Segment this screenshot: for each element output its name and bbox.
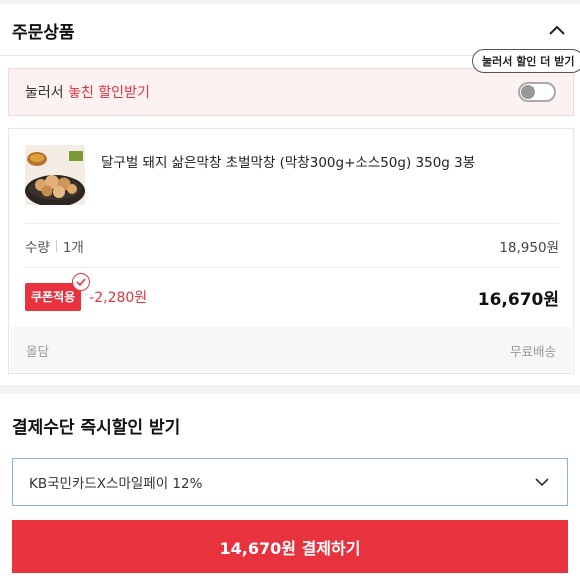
quantity-info: 수량 1개 (25, 236, 84, 256)
payment-method-select[interactable]: KB국민카드X스마일페이 12% (12, 458, 568, 506)
quantity-row: 수량 1개 18,950원 (25, 231, 559, 261)
chevron-down-icon (535, 474, 549, 490)
chevron-up-icon[interactable] (546, 19, 568, 41)
price-divider (25, 267, 559, 268)
pay-button[interactable]: 14,670원 결제하기 (12, 520, 568, 573)
coupon-discount-amount: -2,280원 (89, 290, 148, 306)
payment-section-title: 결제수단 즉시할인 받기 (12, 417, 181, 438)
product-name[interactable]: 달구벌 돼지 삶은막창 초벌막창 (막창300g+소스50g) 350g 3봉 (101, 151, 475, 171)
coupon-row: 쿠폰적용 -2,280원 16,670원 (25, 273, 559, 315)
seller-name[interactable]: 올담 (26, 341, 49, 360)
coupon-applied-badge[interactable]: 쿠폰적용 (25, 273, 91, 311)
coupon-applied-label: 쿠폰적용 (31, 290, 76, 304)
product-divider (25, 223, 559, 224)
product-thumbnail[interactable] (25, 145, 85, 205)
shipping-info: 무료배송 (509, 343, 556, 359)
toggle-knob (521, 85, 535, 99)
checkout-page: 눌러서 할인 더 받기 주문상품 눌러서 놓친 할인받기 달구벌 돼지 삶은막창… (0, 0, 580, 579)
missed-discount-text: 눌러서 놓친 할인받기 (25, 82, 150, 102)
coupon-info: 쿠폰적용 -2,280원 (25, 273, 148, 311)
shipping-row: 올담 무료배송 (10, 327, 572, 373)
payment-method-value: KB국민카드X스마일페이 12% (29, 476, 203, 492)
payment-discount-section: 결제수단 즉시할인 받기 KB국민카드X스마일페이 12% 14,670원 결제… (0, 394, 580, 579)
discount-tooltip: 눌러서 할인 더 받기 (472, 49, 580, 73)
original-price: 18,950원 (499, 240, 559, 256)
quantity-label: 수량 (25, 240, 50, 256)
missed-discount-bar[interactable]: 눌러서 놓친 할인받기 (8, 68, 574, 116)
payment-section-header: 결제수단 즉시할인 받기 (12, 394, 180, 456)
missed-discount-highlight: 놓친 할인받기 (68, 85, 150, 101)
final-price: 16,670원 (477, 289, 559, 310)
order-section-title: 주문상품 (12, 22, 75, 43)
quantity-separator (55, 240, 57, 252)
product-card: 달구벌 돼지 삶은막창 초벌막창 (막창300g+소스50g) 350g 3봉 … (8, 128, 574, 374)
check-icon (72, 273, 91, 291)
quantity-value: 1개 (62, 240, 84, 256)
missed-discount-prefix: 눌러서 (25, 85, 69, 101)
missed-discount-toggle[interactable] (518, 82, 556, 102)
